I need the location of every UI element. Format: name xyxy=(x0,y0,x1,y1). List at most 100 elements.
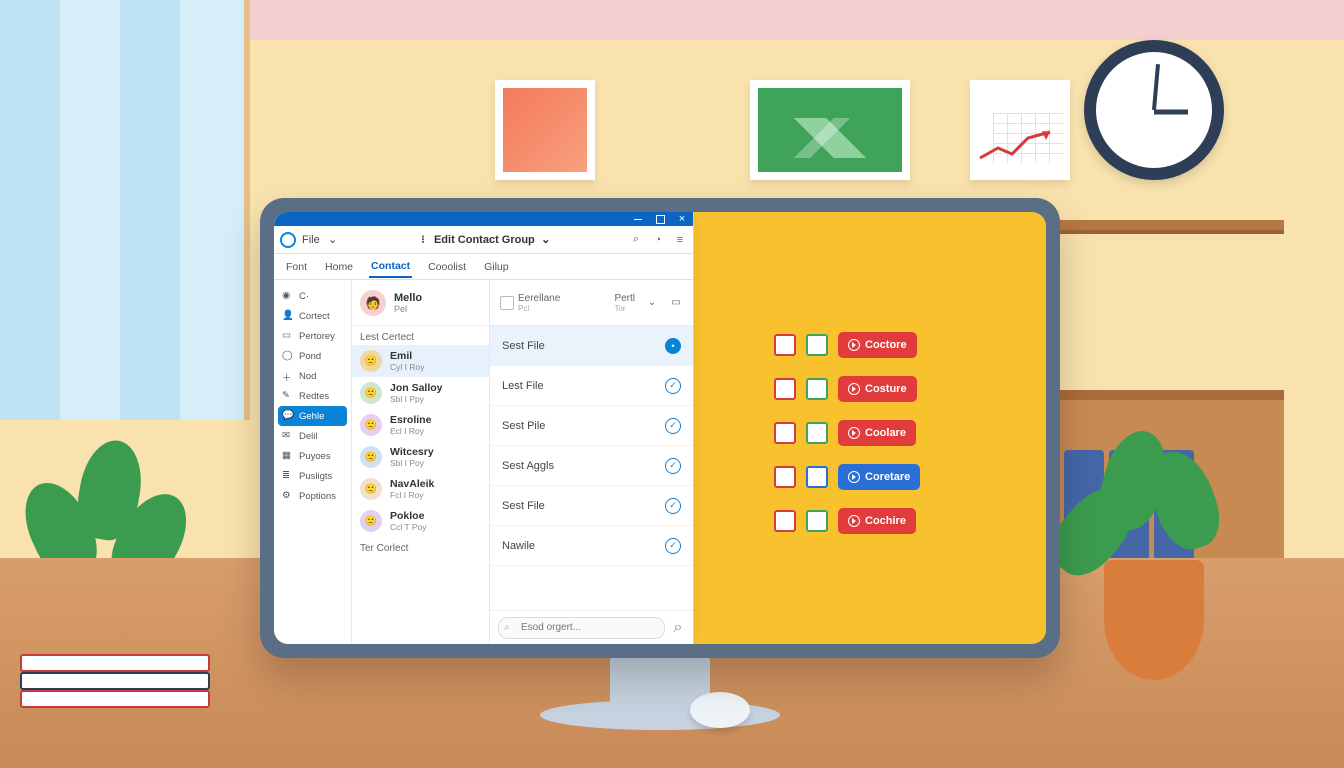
contact-row[interactable]: 🙂Jon SalloySbl I Ppy xyxy=(352,377,489,409)
checkbox[interactable] xyxy=(806,510,828,532)
header-contact-sub: Pel xyxy=(394,304,422,314)
page-icon: ▭ xyxy=(282,330,294,342)
ribbon-tab-cooolist[interactable]: Cooolist xyxy=(426,257,468,277)
sidebar-item-label: Delil xyxy=(299,431,317,442)
panel-row: Costure xyxy=(774,376,920,402)
checkbox[interactable] xyxy=(774,422,796,444)
circle-icon: ◯ xyxy=(282,350,294,362)
contact-sub: Ccl T Poy xyxy=(390,522,427,532)
check-icon[interactable]: ✓ xyxy=(665,498,681,514)
file-row[interactable]: Nawile✓ xyxy=(490,526,693,566)
monitor: × File ⌄ ⁝ Edit Contact Group ⌄ ⌕ xyxy=(260,198,1060,658)
contact-row[interactable]: 🙂EmilCyl I Roy xyxy=(352,345,489,377)
contact-sub: Cyl I Roy xyxy=(390,362,424,372)
check-icon[interactable]: ✓ xyxy=(665,538,681,554)
dropdown-icon[interactable]: ⌄ xyxy=(645,296,659,310)
action-button[interactable]: Coretare xyxy=(838,464,920,490)
search-input-icon: ⌕ xyxy=(504,622,510,633)
chevron-down-icon[interactable]: ⌄ xyxy=(326,233,340,247)
checkbox[interactable] xyxy=(806,466,828,488)
avatar: 🙂 xyxy=(360,510,382,532)
maximize-button[interactable] xyxy=(653,214,667,224)
file-row[interactable]: Sest Pile✓ xyxy=(490,406,693,446)
checkbox[interactable] xyxy=(774,378,796,400)
minimize-button[interactable] xyxy=(631,214,645,224)
contact-name: Esroline xyxy=(390,414,431,426)
search-icon[interactable]: ⌕ xyxy=(629,233,643,247)
bell-icon[interactable]: ◔ xyxy=(651,233,665,247)
close-button[interactable]: × xyxy=(675,214,689,224)
search-input[interactable] xyxy=(498,617,665,639)
file-row[interactable]: Sest File • xyxy=(490,326,693,366)
menu-icon[interactable]: ≡ xyxy=(673,233,687,247)
sidebar-item-poptions[interactable]: ⚙Poptions xyxy=(278,486,347,506)
sidebar-item-puyoes[interactable]: ▦Puyoes xyxy=(278,446,347,466)
action-button[interactable]: Costure xyxy=(838,376,917,402)
avatar: 🙂 xyxy=(360,446,382,468)
ribbon-tab-home[interactable]: Home xyxy=(323,257,355,277)
action-button[interactable]: Cochire xyxy=(838,508,916,534)
sidebar-item-cortect[interactable]: 👤Cortect xyxy=(278,306,347,326)
screen: × File ⌄ ⁝ Edit Contact Group ⌄ ⌕ xyxy=(274,212,1046,644)
file-row[interactable]: Sest File✓ xyxy=(490,486,693,526)
wall-calendar xyxy=(970,80,1070,180)
checkbox[interactable] xyxy=(806,334,828,356)
sidebar-item-label: Nod xyxy=(299,371,316,382)
file-row[interactable]: Lest File ✓ xyxy=(490,366,693,406)
contact-row[interactable]: 🙂WitcesrySbl I Poy xyxy=(352,441,489,473)
contact-name: Witcesry xyxy=(390,446,434,458)
file-label: Sest File xyxy=(502,340,545,352)
file-label: Lest File xyxy=(502,380,544,392)
check-icon[interactable]: • xyxy=(665,338,681,354)
wall-clock xyxy=(1084,40,1224,180)
detail-col2: Pertl xyxy=(614,293,635,304)
search-bar: ⌕ ⌕ xyxy=(490,610,693,644)
scene-root: × File ⌄ ⁝ Edit Contact Group ⌄ ⌕ xyxy=(0,0,1344,768)
ribbon-tab-contact[interactable]: Contact xyxy=(369,256,412,278)
sidebar-item-pertorey[interactable]: ▭ Pertorey xyxy=(278,326,347,346)
sidebar-item-pond[interactable]: ◯Pond xyxy=(278,346,347,366)
checkbox[interactable] xyxy=(774,334,796,356)
sidebar-item-nod[interactable]: ＋Nod xyxy=(278,366,347,386)
window-chrome: × xyxy=(274,212,693,226)
avatar: 🙂 xyxy=(360,414,382,436)
wall-art-chart xyxy=(750,80,910,180)
ribbon-tab-font[interactable]: Font xyxy=(284,257,309,277)
check-icon[interactable]: ✓ xyxy=(665,418,681,434)
ribbon-tab-gilup[interactable]: Gilup xyxy=(482,257,511,277)
app-body: ◉C·👤Cortect ▭ Pertorey ◯Pond＋Nod✎Redtes💬Geh… xyxy=(274,280,693,644)
header-contact-name: Mello xyxy=(394,292,422,304)
contact-name: NavAleik xyxy=(390,478,434,490)
file-row[interactable]: Sest Aggls✓ xyxy=(490,446,693,486)
chat-icon: 💬 xyxy=(282,410,294,422)
search-submit-icon[interactable]: ⌕ xyxy=(671,621,685,635)
note-icon[interactable]: ▭ xyxy=(669,296,683,310)
sidebar-item-gehle[interactable]: 💬Gehle xyxy=(278,406,347,426)
avatar: 🙂 xyxy=(360,350,382,372)
title-chevron-icon[interactable]: ⌄ xyxy=(539,233,553,247)
check-icon[interactable]: ✓ xyxy=(665,458,681,474)
titlebar: File ⌄ ⁝ Edit Contact Group ⌄ ⌕ ◔ ≡ xyxy=(274,226,693,254)
contact-row[interactable]: 🙂EsrolineEcl I Roy xyxy=(352,409,489,441)
sidebar-item-label: C· xyxy=(299,291,309,302)
contact-name: Pokloe xyxy=(390,510,427,522)
checkbox[interactable] xyxy=(774,466,796,488)
sidebar-item-pusligts[interactable]: ≣Pusligts xyxy=(278,466,347,486)
checkbox[interactable] xyxy=(806,378,828,400)
checkbox[interactable] xyxy=(774,510,796,532)
sidebar-item-delil[interactable]: ✉Delil xyxy=(278,426,347,446)
sidebar-item-label: Redtes xyxy=(299,391,329,402)
app-window: × File ⌄ ⁝ Edit Contact Group ⌄ ⌕ xyxy=(274,212,694,644)
action-button[interactable]: Coolare xyxy=(838,420,916,446)
contact-list-pane: 🧑 Mello Pel Lest Certect 🙂EmilCyl I Roy🙂… xyxy=(352,280,490,644)
panel-row: Coctore xyxy=(774,332,920,358)
sidebar-item-c·[interactable]: ◉C· xyxy=(278,286,347,306)
file-menu[interactable]: File xyxy=(302,234,320,246)
contact-row[interactable]: 🙂NavAleikFcl I Roy xyxy=(352,473,489,505)
contact-row[interactable]: 🙂 PokloeCcl T Poy xyxy=(352,505,489,537)
sidebar-item-label: Pertorey xyxy=(299,331,335,342)
checkbox[interactable] xyxy=(806,422,828,444)
action-button[interactable]: Coctore xyxy=(838,332,917,358)
sidebar-item-redtes[interactable]: ✎Redtes xyxy=(278,386,347,406)
check-icon[interactable]: ✓ xyxy=(665,378,681,394)
